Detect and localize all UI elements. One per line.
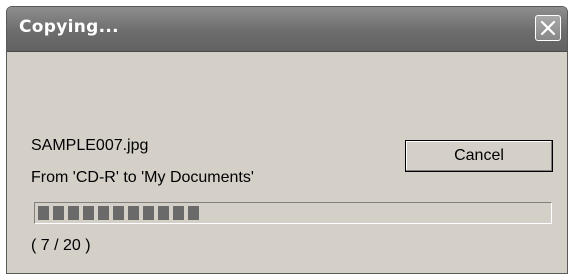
copy-progress-bar <box>34 202 552 224</box>
copy-dialog: Copying... SAMPLE007.jpg From 'CD-R' to … <box>6 6 568 274</box>
close-button[interactable] <box>535 15 561 41</box>
copy-source-destination: From 'CD-R' to 'My Documents' <box>31 169 254 186</box>
file-counter: ( 7 / 20 ) <box>31 237 91 254</box>
close-x-icon <box>540 20 556 36</box>
window-title: Copying... <box>19 17 119 37</box>
cancel-button[interactable]: Cancel <box>405 140 553 172</box>
progress-fill <box>38 206 199 220</box>
file-name: SAMPLE007.jpg <box>31 137 149 154</box>
title-bar[interactable]: Copying... <box>7 7 567 52</box>
